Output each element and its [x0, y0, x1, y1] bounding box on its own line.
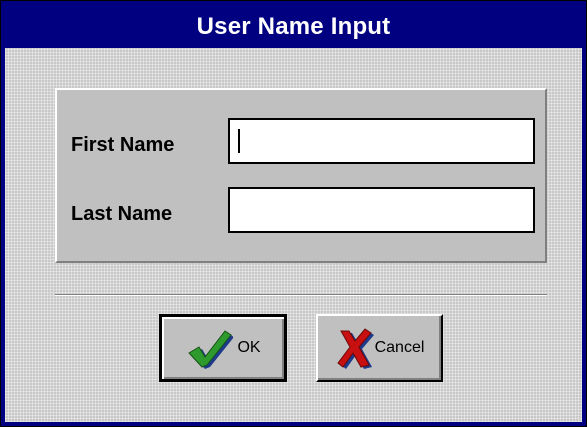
- dialog-body: First Name Last Name OK Cancel: [5, 48, 582, 422]
- name-fields-panel: First Name Last Name: [55, 88, 547, 263]
- ok-button[interactable]: OK: [159, 314, 287, 382]
- title-bar[interactable]: User Name Input: [5, 5, 582, 48]
- dialog-window: User Name Input First Name Last Name OK: [0, 0, 587, 427]
- cancel-button[interactable]: Cancel: [316, 314, 443, 382]
- last-name-field[interactable]: [228, 187, 535, 233]
- separator-line: [55, 294, 547, 296]
- red-x-icon: [335, 327, 375, 369]
- last-name-label: Last Name: [71, 203, 173, 225]
- cancel-label: Cancel: [374, 339, 425, 356]
- first-name-field[interactable]: [228, 118, 535, 164]
- dialog-title: User Name Input: [196, 12, 391, 40]
- text-caret: [238, 129, 240, 153]
- green-checkmark-icon: [185, 327, 234, 369]
- ok-label: OK: [237, 339, 261, 356]
- first-name-label: First Name: [71, 134, 175, 156]
